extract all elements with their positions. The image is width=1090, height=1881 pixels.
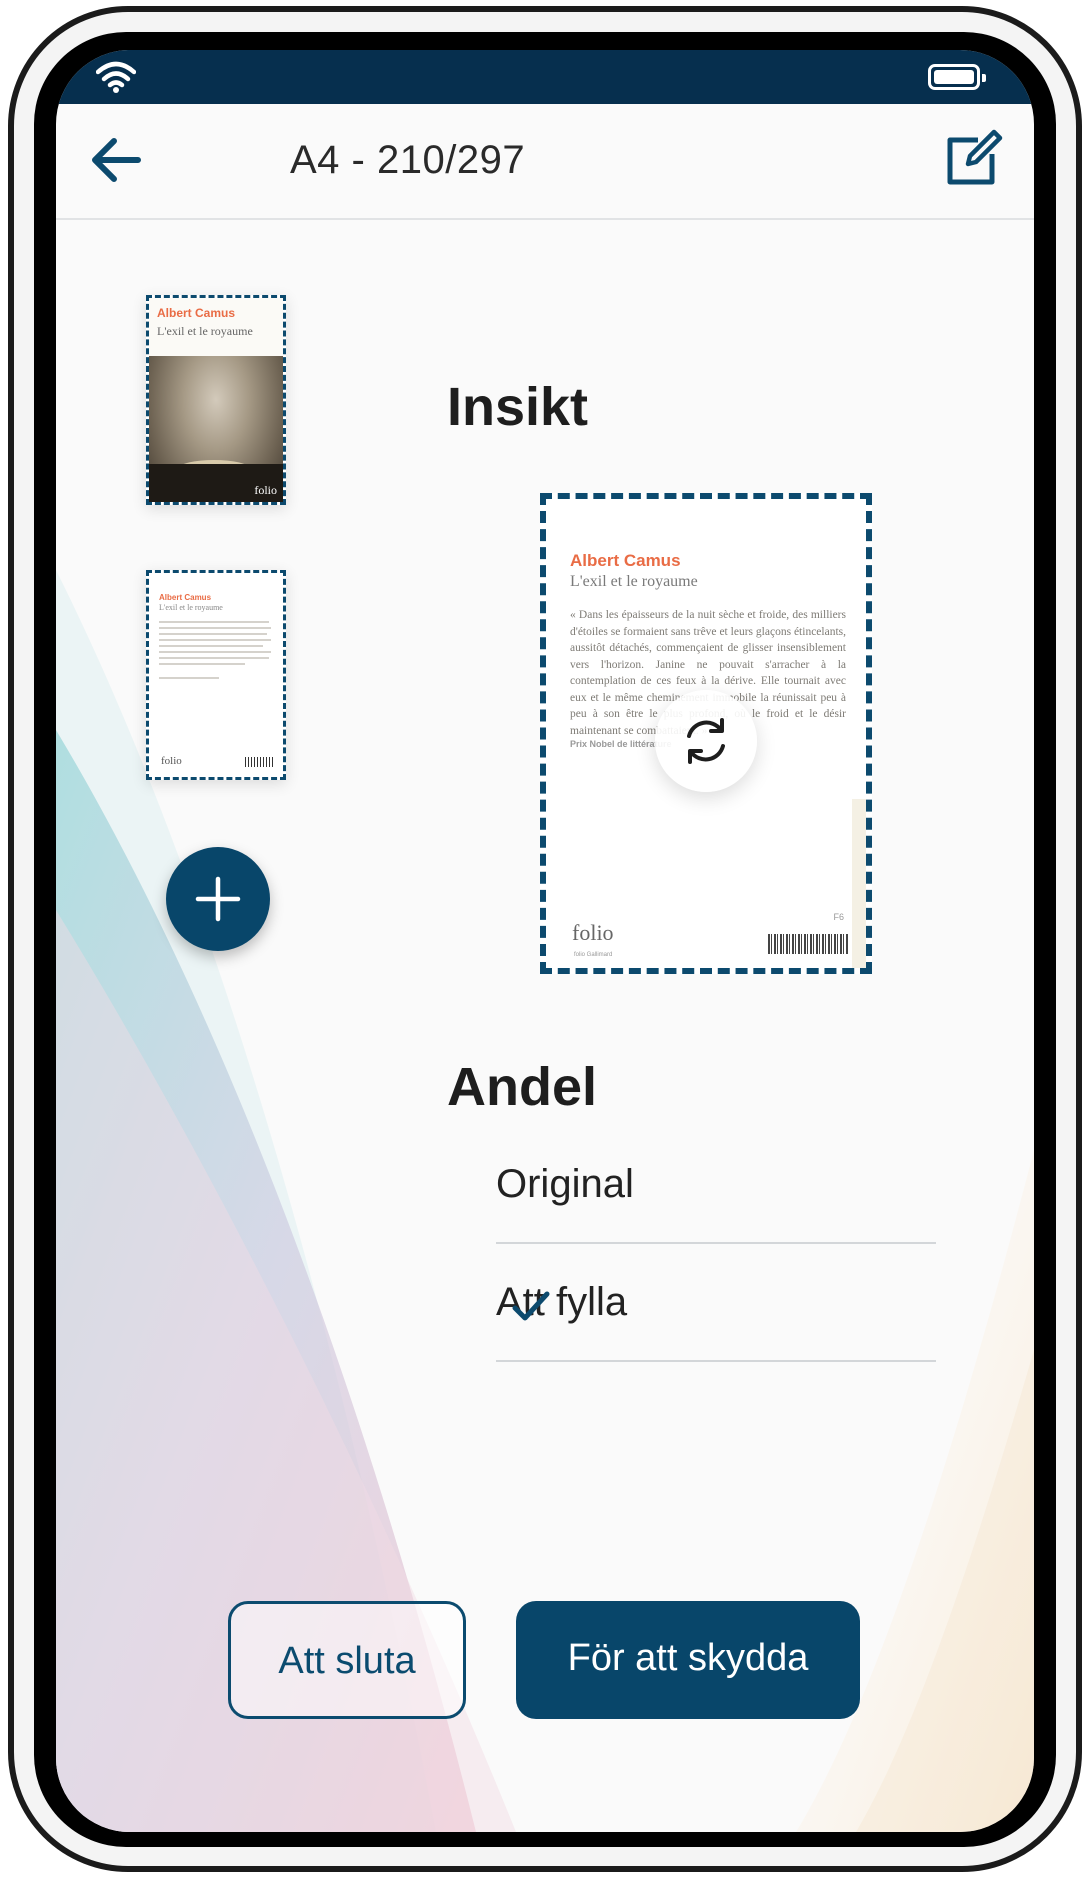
rotate-icon — [687, 718, 725, 764]
plus-icon — [195, 876, 241, 922]
top-navigation-bar: A4 - 210/297 — [56, 104, 1034, 220]
cancel-button[interactable]: Att sluta — [228, 1601, 466, 1719]
thumbnail-author: Albert Camus — [157, 306, 236, 320]
preview-spine-edge — [852, 799, 866, 968]
option-att-fylla[interactable]: Att fylla — [496, 1246, 936, 1362]
preview-logo: folio — [572, 920, 614, 945]
add-page-button[interactable] — [166, 847, 270, 951]
preview-author: Albert Camus — [570, 551, 681, 570]
edit-icon[interactable] — [942, 128, 1004, 190]
page-thumbnail-2[interactable]: Albert Camus L'exil et le royaume folio — [146, 570, 286, 780]
page-title: A4 - 210/297 — [290, 138, 526, 182]
app-screen: A4 - 210/297 Albert Camus L'exil et le r… — [56, 50, 1034, 1832]
thumbnail-title: L'exil et le royaume — [157, 324, 253, 338]
option-divider — [496, 1360, 936, 1362]
option-label: Original — [496, 1162, 634, 1206]
page-thumbnail-1[interactable]: Albert Camus L'exil et le royaume folio — [146, 295, 286, 505]
preview-book-title: L'exil et le royaume — [570, 573, 698, 590]
thumbnail-barcode — [245, 757, 273, 767]
wifi-icon — [96, 61, 136, 93]
battery-icon — [928, 64, 986, 90]
thumbnail-cover-header: Albert Camus L'exil et le royaume — [149, 298, 283, 356]
proportion-section-title: Andel — [447, 1057, 598, 1117]
status-bar — [56, 50, 1034, 104]
back-arrow-icon[interactable] — [86, 130, 146, 190]
check-icon — [512, 1291, 550, 1321]
preview-section-title: Insikt — [447, 377, 589, 437]
thumbnail-logo: folio — [161, 755, 182, 767]
thumbnail-title: L'exil et le royaume — [159, 603, 223, 612]
option-original[interactable]: Original — [496, 1128, 936, 1244]
preview-barcode — [768, 934, 848, 954]
option-divider — [496, 1242, 936, 1244]
thumbnail-author: Albert Camus — [159, 593, 212, 602]
save-button[interactable]: För att skydda — [516, 1601, 860, 1719]
preview-publisher: folio Gallimard — [574, 952, 613, 958]
thumbnail-logo: folio — [254, 483, 277, 497]
preview-price: F6 — [833, 912, 844, 922]
rotate-button[interactable] — [655, 690, 757, 792]
thumbnail-cover-photo: folio — [149, 356, 283, 502]
